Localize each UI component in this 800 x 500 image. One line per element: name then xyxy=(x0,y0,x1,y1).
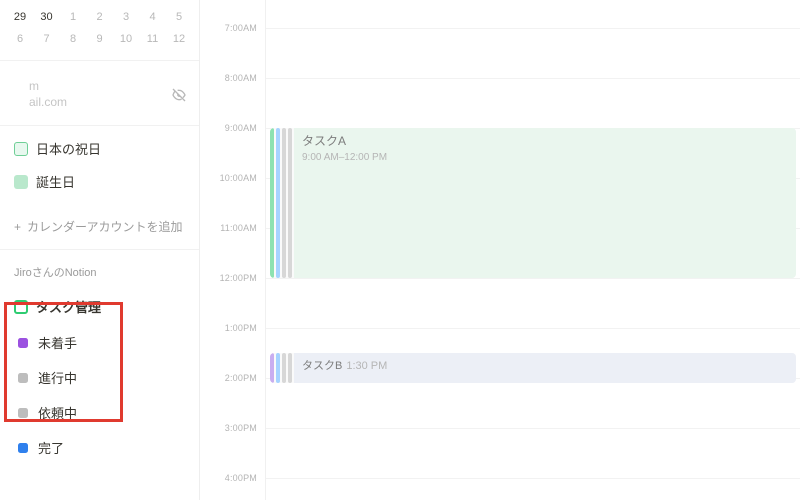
event-time: 1:30 PM xyxy=(346,360,387,372)
calendar-item[interactable]: 誕生日 xyxy=(0,165,199,198)
mini-cal-day[interactable]: 2 xyxy=(88,6,112,28)
plus-icon: + xyxy=(14,220,21,234)
status-item-label: 依頼中 xyxy=(38,403,77,422)
notion-header: JiroさんのNotion xyxy=(0,264,199,290)
mini-calendar[interactable]: 2930123456789101112 xyxy=(0,0,199,61)
status-list: 未着手進行中依頼中完了 xyxy=(0,323,199,465)
status-item-label: 未着手 xyxy=(38,333,77,352)
grid-line xyxy=(266,278,800,279)
calendar-item-label: 誕生日 xyxy=(36,172,75,191)
status-color-icon xyxy=(18,443,28,453)
grid-line xyxy=(266,428,800,429)
mini-cal-day[interactable]: 4 xyxy=(141,6,165,28)
hour-label: 9:00AM xyxy=(225,123,257,133)
mini-cal-day[interactable]: 11 xyxy=(141,28,165,50)
hour-label: 12:00PM xyxy=(220,273,257,283)
mini-cal-day[interactable]: 5 xyxy=(167,6,191,28)
calendar-event[interactable]: タスクA 9:00 AM–12:00 PM xyxy=(270,128,796,278)
calendar-event[interactable]: タスクB 1:30 PM xyxy=(270,353,796,383)
notion-calendar-tasks[interactable]: タスク管理 xyxy=(0,290,199,323)
hour-label: 8:00AM xyxy=(225,73,257,83)
account-line-1: m xyxy=(29,79,39,93)
day-timeline[interactable]: 7:00AM 8:00AM 9:00AM 10:00AM 11:00AM 12:00PM 1… xyxy=(200,0,800,500)
status-item[interactable]: 完了 xyxy=(0,430,199,465)
notion-section: JiroさんのNotion タスク管理 未着手進行中依頼中完了 xyxy=(0,250,199,465)
calendar-item[interactable]: 日本の祝日 xyxy=(0,132,199,165)
calendar-color-icon xyxy=(14,142,28,156)
status-item-label: 進行中 xyxy=(38,368,77,387)
grid-line xyxy=(266,78,800,79)
event-title: タスクA xyxy=(302,134,346,148)
grid-line xyxy=(266,478,800,479)
account-block: m ail.com xyxy=(0,61,199,126)
status-item[interactable]: 進行中 xyxy=(0,360,199,395)
external-calendars: 日本の祝日誕生日 xyxy=(0,126,199,204)
status-color-icon xyxy=(18,373,28,383)
hour-label: 4:00PM xyxy=(225,473,257,483)
mini-cal-day[interactable]: 29 xyxy=(8,6,32,28)
add-calendar-account[interactable]: +カレンダーアカウントを追加 xyxy=(0,204,199,250)
grid-line xyxy=(266,28,800,29)
status-color-icon xyxy=(18,338,28,348)
mini-cal-day[interactable]: 8 xyxy=(61,28,85,50)
event-title: タスクB xyxy=(302,360,342,372)
event-status-stripes xyxy=(270,353,294,383)
sidebar: 2930123456789101112 m ail.com 日本の祝日誕生日 +… xyxy=(0,0,200,500)
mini-cal-day[interactable]: 30 xyxy=(35,6,59,28)
mini-cal-day[interactable]: 6 xyxy=(8,28,32,50)
status-item[interactable]: 依頼中 xyxy=(0,395,199,430)
mini-cal-day[interactable]: 9 xyxy=(88,28,112,50)
status-item-label: 完了 xyxy=(38,438,64,457)
calendar-color-icon xyxy=(14,300,28,314)
hour-label: 2:00PM xyxy=(225,373,257,383)
mini-cal-day[interactable]: 1 xyxy=(61,6,85,28)
mini-cal-day[interactable]: 3 xyxy=(114,6,138,28)
account-line-2: ail.com xyxy=(29,95,67,109)
hour-label: 10:00AM xyxy=(220,173,257,183)
hour-label: 3:00PM xyxy=(225,423,257,433)
grid-line xyxy=(266,328,800,329)
event-time: 9:00 AM–12:00 PM xyxy=(302,152,387,163)
time-gutter: 7:00AM 8:00AM 9:00AM 10:00AM 11:00AM 12:00PM 1… xyxy=(200,0,266,500)
timeline-grid: タスクA 9:00 AM–12:00 PM タスクB 1:30 PM xyxy=(266,0,800,500)
hour-label: 1:00PM xyxy=(225,323,257,333)
event-status-stripes xyxy=(270,128,294,278)
status-color-icon xyxy=(18,408,28,418)
status-item[interactable]: 未着手 xyxy=(0,325,199,360)
mini-cal-day[interactable]: 10 xyxy=(114,28,138,50)
calendar-item-label: 日本の祝日 xyxy=(36,139,101,158)
visibility-off-icon[interactable] xyxy=(171,87,187,103)
hour-label: 7:00AM xyxy=(225,23,257,33)
mini-cal-day[interactable]: 12 xyxy=(167,28,191,50)
calendar-color-icon xyxy=(14,175,28,189)
mini-cal-day[interactable]: 7 xyxy=(35,28,59,50)
hour-label: 11:00AM xyxy=(220,223,257,233)
